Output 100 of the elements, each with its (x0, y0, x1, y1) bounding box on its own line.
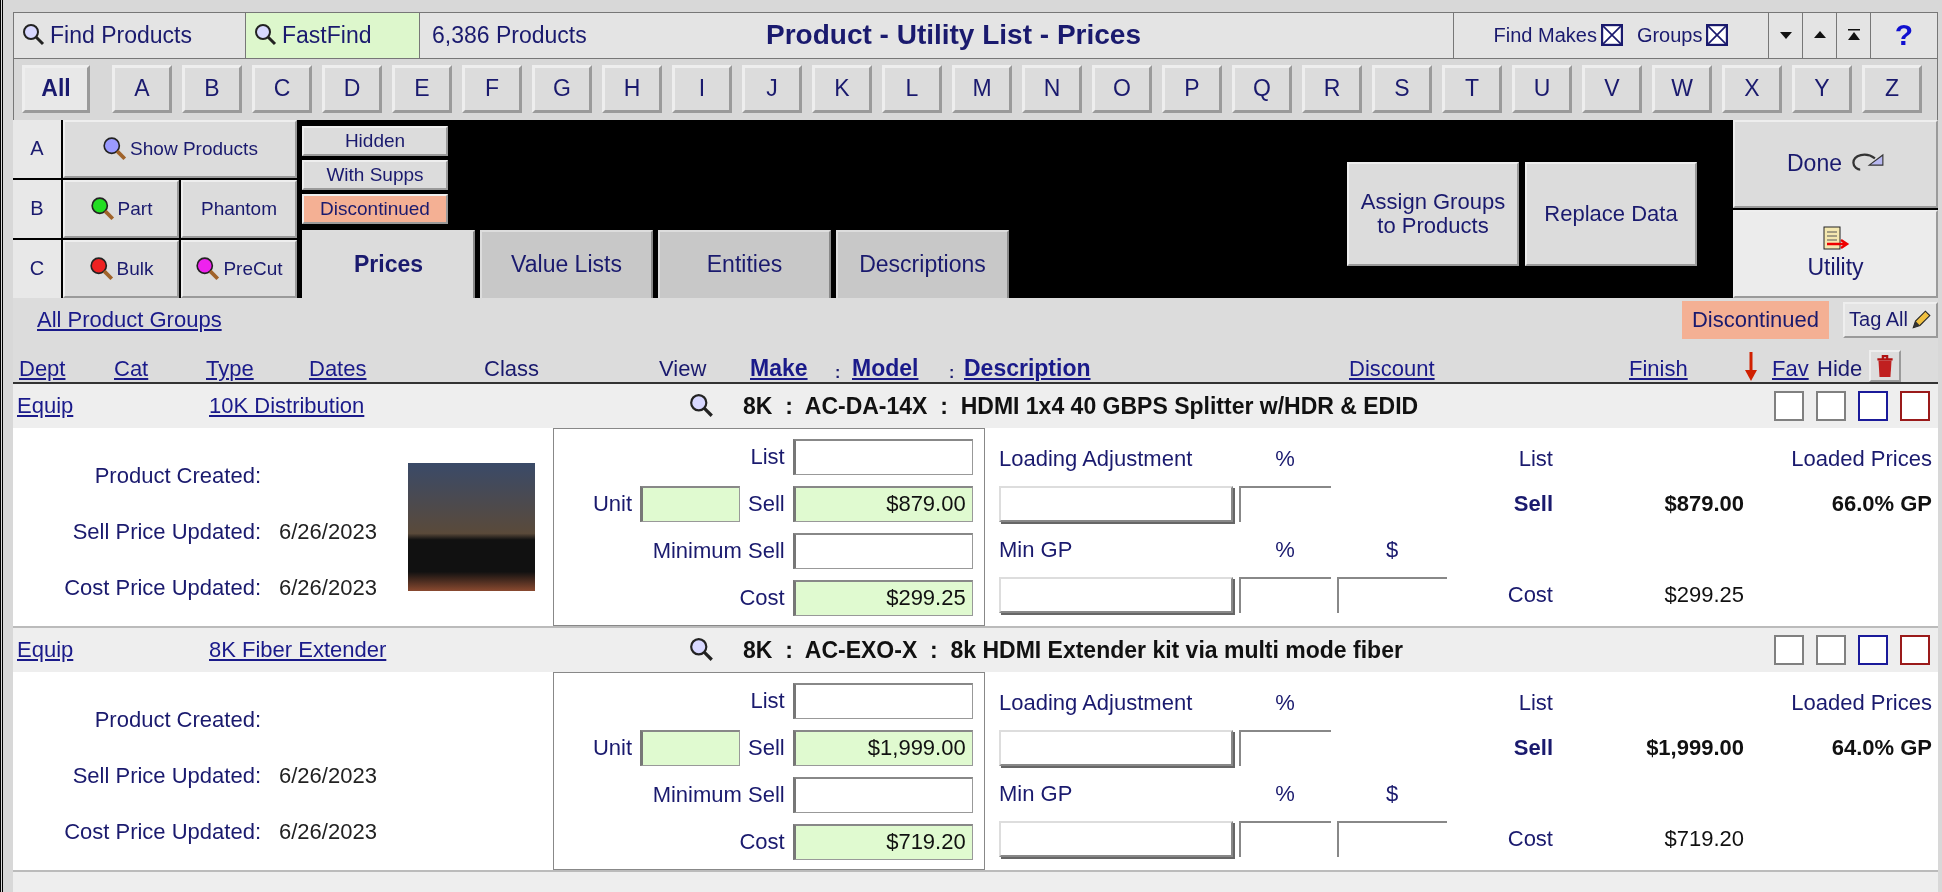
percent-field[interactable] (1239, 730, 1331, 767)
minimum-sell-field[interactable] (792, 532, 973, 569)
letter-button[interactable]: A (112, 65, 172, 113)
column-sort-link[interactable]: Make (750, 354, 808, 382)
letter-button[interactable]: F (462, 65, 522, 113)
search-icon[interactable] (689, 637, 715, 663)
percent-field[interactable] (1239, 486, 1331, 523)
letter-button[interactable]: G (532, 65, 592, 113)
letter-button[interactable]: L (882, 65, 942, 113)
letter-button[interactable]: X (1722, 65, 1782, 113)
letter-button[interactable]: Q (1232, 65, 1292, 113)
finder-button[interactable]: Phantom (181, 179, 297, 238)
letter-button[interactable]: N (1022, 65, 1082, 113)
dollar-field[interactable] (1337, 821, 1447, 858)
letter-button[interactable]: K (812, 65, 872, 113)
gross-profit: 66.0% GP (1830, 491, 1932, 518)
utility-button[interactable]: Utility (1733, 209, 1938, 298)
minimum-sell-label: Minimum Sell (651, 781, 785, 808)
all-product-groups-link[interactable]: All Product Groups (37, 306, 1682, 333)
column-sort-link[interactable]: Finish (1629, 355, 1688, 382)
unit-field[interactable] (640, 485, 740, 522)
unit-field[interactable] (640, 729, 740, 766)
department-link[interactable]: Equip (17, 637, 209, 663)
row-checkbox[interactable] (1774, 635, 1804, 665)
product-group-link[interactable]: 8K Fiber Extender (209, 637, 689, 663)
letter-button[interactable]: J (742, 65, 802, 113)
cost-price-field[interactable]: $299.25 (792, 579, 973, 616)
letter-button[interactable]: T (1442, 65, 1502, 113)
letter-button[interactable]: I (672, 65, 732, 113)
department-link[interactable]: Equip (17, 393, 209, 419)
letter-button[interactable]: Z (1862, 65, 1922, 113)
tab[interactable]: Entities (658, 229, 831, 298)
unit-label: Unit (591, 490, 632, 517)
row-checkbox[interactable] (1858, 635, 1888, 665)
min-gp-field[interactable] (999, 577, 1233, 614)
letter-button[interactable]: W (1652, 65, 1712, 113)
row-checkbox[interactable] (1816, 635, 1846, 665)
option-checkbox[interactable]: Find Makes (1493, 24, 1623, 47)
filter-toggle[interactable]: With Supps (302, 159, 448, 190)
row-checkbox[interactable] (1900, 391, 1930, 421)
letter-button[interactable]: P (1162, 65, 1222, 113)
column-sort-link[interactable]: Fav (1772, 355, 1809, 382)
list-price-field[interactable] (792, 438, 973, 475)
loading-adjustment-field[interactable] (999, 486, 1233, 523)
search-icon[interactable] (689, 393, 715, 419)
letter-button[interactable]: S (1372, 65, 1432, 113)
fastfind-button[interactable]: FastFind (246, 13, 420, 58)
list-price-field[interactable] (792, 682, 973, 719)
finder-button[interactable]: PreCut (181, 239, 297, 298)
letter-button[interactable]: Y (1792, 65, 1852, 113)
finder-button[interactable]: Part (63, 179, 179, 238)
product-title: 8K : AC-EXO-X : 8k HDMI Extender kit via multi mode fiber (743, 636, 1404, 664)
option-checkbox[interactable]: Groups (1636, 24, 1729, 47)
dollar-field[interactable] (1337, 577, 1447, 614)
letter-button[interactable]: E (392, 65, 452, 113)
filter-toggle[interactable]: Discontinued (302, 193, 448, 224)
window-title: Product - Utility List - Prices (766, 19, 1141, 52)
minimum-sell-field[interactable] (792, 776, 973, 813)
column-sort-link[interactable]: Dept (19, 355, 66, 382)
tab[interactable]: Descriptions (836, 229, 1009, 298)
column-sort-link[interactable]: Model (852, 354, 919, 382)
tab[interactable]: Value Lists (480, 229, 653, 298)
cost-price-field[interactable]: $719.20 (792, 823, 973, 860)
letter-button[interactable]: O (1092, 65, 1152, 113)
row-checkbox[interactable] (1774, 391, 1804, 421)
finder-button[interactable]: Show Products (63, 119, 297, 178)
sell-price-field[interactable]: $1,999.00 (792, 729, 973, 766)
tag-all-button[interactable]: Tag All (1843, 301, 1938, 338)
letter-button[interactable]: D (322, 65, 382, 113)
percent-field[interactable] (1239, 821, 1331, 858)
min-gp-field[interactable] (999, 821, 1233, 858)
row-checkbox[interactable] (1816, 391, 1846, 421)
column-sort-link[interactable]: Discount (1349, 355, 1435, 382)
letter-button[interactable]: V (1582, 65, 1642, 113)
row-checkbox[interactable] (1858, 391, 1888, 421)
letter-button[interactable]: H (602, 65, 662, 113)
loading-adjustment-field[interactable] (999, 730, 1233, 767)
action-button[interactable]: Replace Data (1525, 161, 1697, 266)
column-sort-link[interactable]: Description (964, 354, 1091, 382)
percent-field[interactable] (1239, 577, 1331, 614)
letter-button[interactable]: All (22, 65, 90, 113)
sell-price-field[interactable]: $879.00 (792, 485, 973, 522)
done-button[interactable]: Done (1733, 119, 1938, 208)
letter-button[interactable]: R (1302, 65, 1362, 113)
column-sort-link[interactable]: Type (206, 355, 254, 382)
action-button[interactable]: Assign Groups to Products (1347, 161, 1519, 266)
letter-button[interactable]: C (252, 65, 312, 113)
product-group-link[interactable]: 10K Distribution (209, 393, 689, 419)
letter-button[interactable]: M (952, 65, 1012, 113)
row-letter: C (13, 239, 61, 298)
letter-button[interactable]: U (1512, 65, 1572, 113)
delete-button[interactable] (1869, 349, 1901, 382)
filter-toggle[interactable]: Hidden (302, 125, 448, 156)
row-checkbox[interactable] (1900, 635, 1930, 665)
tab[interactable]: Prices (302, 229, 475, 298)
column-sort-link[interactable]: Cat (114, 355, 149, 382)
checkbox-icon (1706, 24, 1729, 47)
finder-button[interactable]: Bulk (63, 239, 179, 298)
letter-button[interactable]: B (182, 65, 242, 113)
column-sort-link[interactable]: Dates (309, 355, 367, 382)
